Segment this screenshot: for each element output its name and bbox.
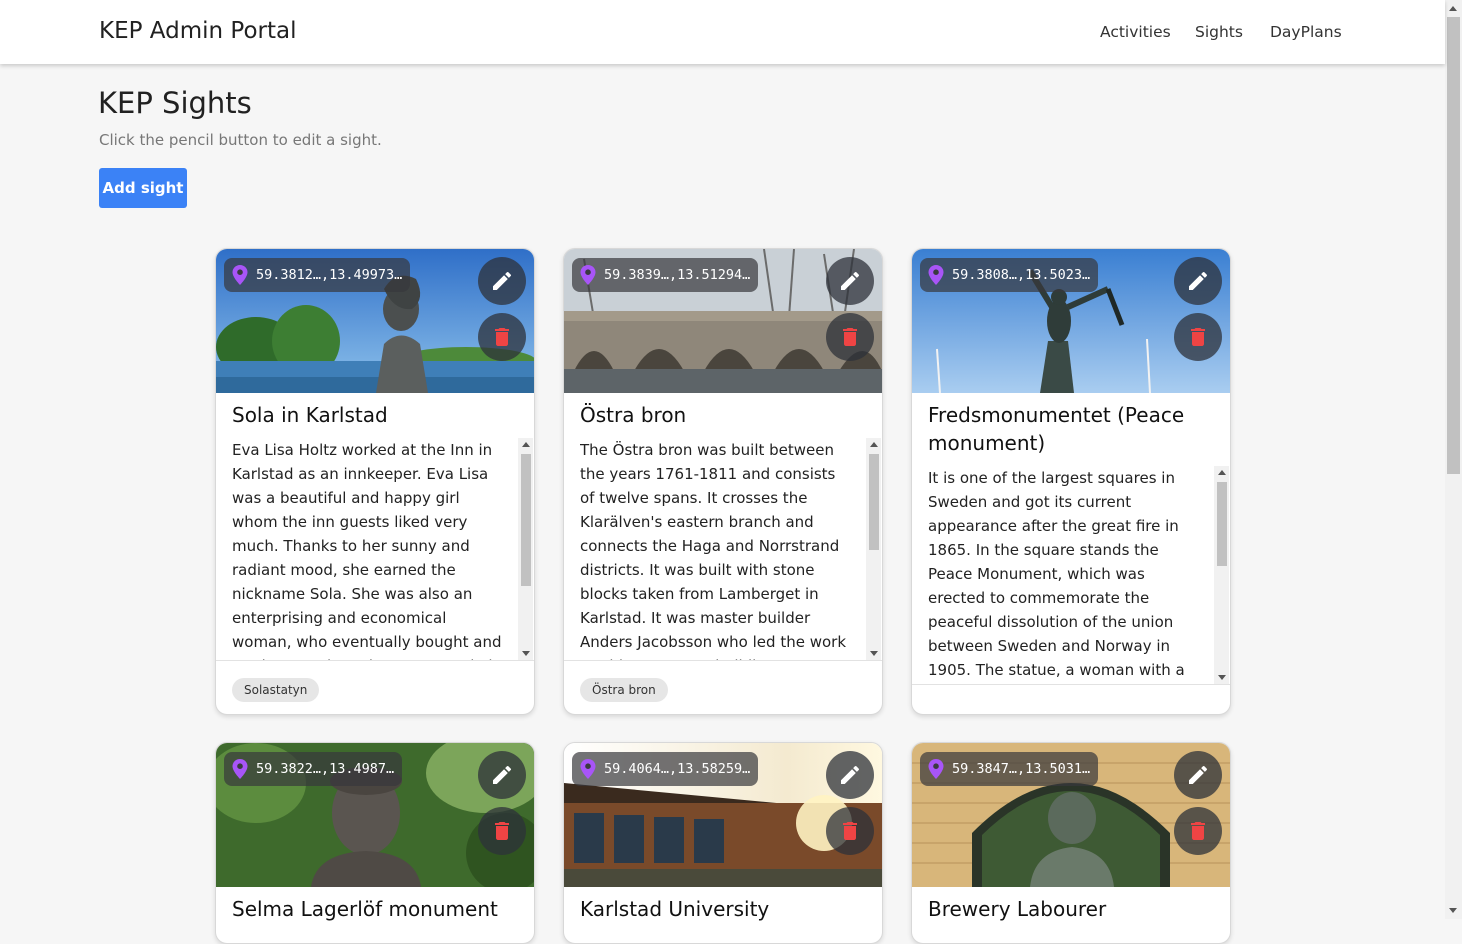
sight-title: Östra bron — [580, 403, 687, 427]
nav-link-activities[interactable]: Activities — [1100, 23, 1171, 41]
edit-sight-button[interactable] — [826, 257, 874, 305]
trash-icon — [838, 325, 862, 349]
sight-card: 59.3839…,13.51294… Östra bron The Östra … — [563, 248, 883, 715]
description-scrollbar[interactable] — [1214, 466, 1229, 684]
edit-sight-button[interactable] — [478, 751, 526, 799]
map-pin-icon — [580, 265, 596, 285]
edit-sight-button[interactable] — [478, 257, 526, 305]
scroll-up-arrow[interactable] — [522, 442, 530, 447]
pencil-icon — [1186, 269, 1210, 293]
sight-description: Eva Lisa Holtz worked at the Inn in Karl… — [232, 441, 502, 660]
sight-tag: Solastatyn — [232, 678, 320, 702]
scroll-thumb[interactable] — [1217, 482, 1227, 566]
sight-card: 59.4064…,13.58259… Karlstad University — [563, 742, 883, 944]
trash-icon — [490, 325, 514, 349]
sight-image: 59.3847…,13.5031… — [912, 743, 1230, 887]
card-divider — [216, 660, 534, 661]
card-divider — [564, 660, 882, 661]
coordinates-text: 59.3839…,13.51294… — [604, 267, 751, 283]
sight-description: It is one of the largest squares in Swed… — [928, 469, 1185, 679]
map-pin-icon — [232, 759, 248, 779]
location-chip: 59.3812…,13.49973… — [224, 258, 411, 292]
sight-description: The Östra bron was built between the yea… — [580, 441, 847, 660]
edit-sight-button[interactable] — [1174, 257, 1222, 305]
card-divider — [912, 684, 1230, 685]
scroll-down-arrow[interactable] — [522, 651, 530, 656]
delete-sight-button[interactable] — [826, 313, 874, 361]
sight-title: Fredsmonumentet (Peace monument) — [928, 403, 1185, 455]
map-pin-icon — [928, 759, 944, 779]
sight-tag: Östra bron — [580, 678, 668, 702]
sight-card: 59.3847…,13.5031… Brewery Labourer — [911, 742, 1231, 944]
description-scrollbar[interactable] — [518, 438, 533, 660]
scroll-up-arrow[interactable] — [1218, 470, 1226, 475]
trash-icon — [490, 819, 514, 843]
scroll-down-arrow[interactable] — [1449, 908, 1457, 913]
edit-sight-button[interactable] — [1174, 751, 1222, 799]
coordinates-text: 59.4064…,13.58259… — [604, 761, 751, 777]
sight-card: 59.3808…,13.5023… Fredsmonumentet (Peace… — [911, 248, 1231, 715]
location-chip: 59.3822…,13.4987… — [224, 752, 403, 786]
location-chip: 59.3847…,13.5031… — [920, 752, 1099, 786]
pencil-icon — [1186, 763, 1210, 787]
sight-image: 59.3839…,13.51294… — [564, 249, 882, 393]
scroll-down-arrow[interactable] — [1218, 675, 1226, 680]
scroll-thumb[interactable] — [521, 454, 531, 586]
nav-link-sights[interactable]: Sights — [1195, 23, 1243, 41]
delete-sight-button[interactable] — [478, 807, 526, 855]
brand-title[interactable]: KEP Admin Portal — [99, 18, 297, 44]
delete-sight-button[interactable] — [826, 807, 874, 855]
pencil-icon — [490, 269, 514, 293]
description-scrollbar[interactable] — [866, 438, 881, 660]
location-chip: 59.3839…,13.51294… — [572, 258, 759, 292]
nav-link-dayplans[interactable]: DayPlans — [1270, 23, 1342, 41]
top-navbar: KEP Admin Portal Activities Sights DayPl… — [0, 0, 1445, 64]
location-chip: 59.4064…,13.58259… — [572, 752, 759, 786]
delete-sight-button[interactable] — [1174, 313, 1222, 361]
trash-icon — [1186, 819, 1210, 843]
map-pin-icon — [928, 265, 944, 285]
pencil-icon — [838, 269, 862, 293]
scroll-up-arrow[interactable] — [870, 442, 878, 447]
map-pin-icon — [580, 759, 596, 779]
pencil-icon — [838, 763, 862, 787]
map-pin-icon — [232, 265, 248, 285]
pencil-icon — [490, 763, 514, 787]
page-scroll-thumb[interactable] — [1447, 17, 1460, 474]
sight-card: 59.3822…,13.4987… Selma Lagerlöf monumen… — [215, 742, 535, 944]
sight-card: 59.3812…,13.49973… Sola in Karlstad Eva … — [215, 248, 535, 715]
page-scrollbar[interactable] — [1445, 0, 1462, 919]
sight-image: 59.3808…,13.5023… — [912, 249, 1230, 393]
delete-sight-button[interactable] — [478, 313, 526, 361]
location-chip: 59.3808…,13.5023… — [920, 258, 1099, 292]
page-title: KEP Sights — [98, 86, 252, 120]
sight-image: 59.4064…,13.58259… — [564, 743, 882, 887]
sight-image: 59.3822…,13.4987… — [216, 743, 534, 887]
scroll-down-arrow[interactable] — [870, 651, 878, 656]
add-sight-button[interactable]: Add sight — [99, 168, 187, 208]
coordinates-text: 59.3808…,13.5023… — [952, 267, 1091, 283]
sight-title: Sola in Karlstad — [232, 403, 388, 427]
sight-image: 59.3812…,13.49973… — [216, 249, 534, 393]
coordinates-text: 59.3847…,13.5031… — [952, 761, 1091, 777]
trash-icon — [1186, 325, 1210, 349]
page-subtitle: Click the pencil button to edit a sight. — [99, 131, 382, 149]
coordinates-text: 59.3822…,13.4987… — [256, 761, 395, 777]
scroll-up-arrow[interactable] — [1449, 6, 1457, 11]
trash-icon — [838, 819, 862, 843]
delete-sight-button[interactable] — [1174, 807, 1222, 855]
edit-sight-button[interactable] — [826, 751, 874, 799]
coordinates-text: 59.3812…,13.49973… — [256, 267, 403, 283]
scroll-thumb[interactable] — [869, 454, 879, 550]
